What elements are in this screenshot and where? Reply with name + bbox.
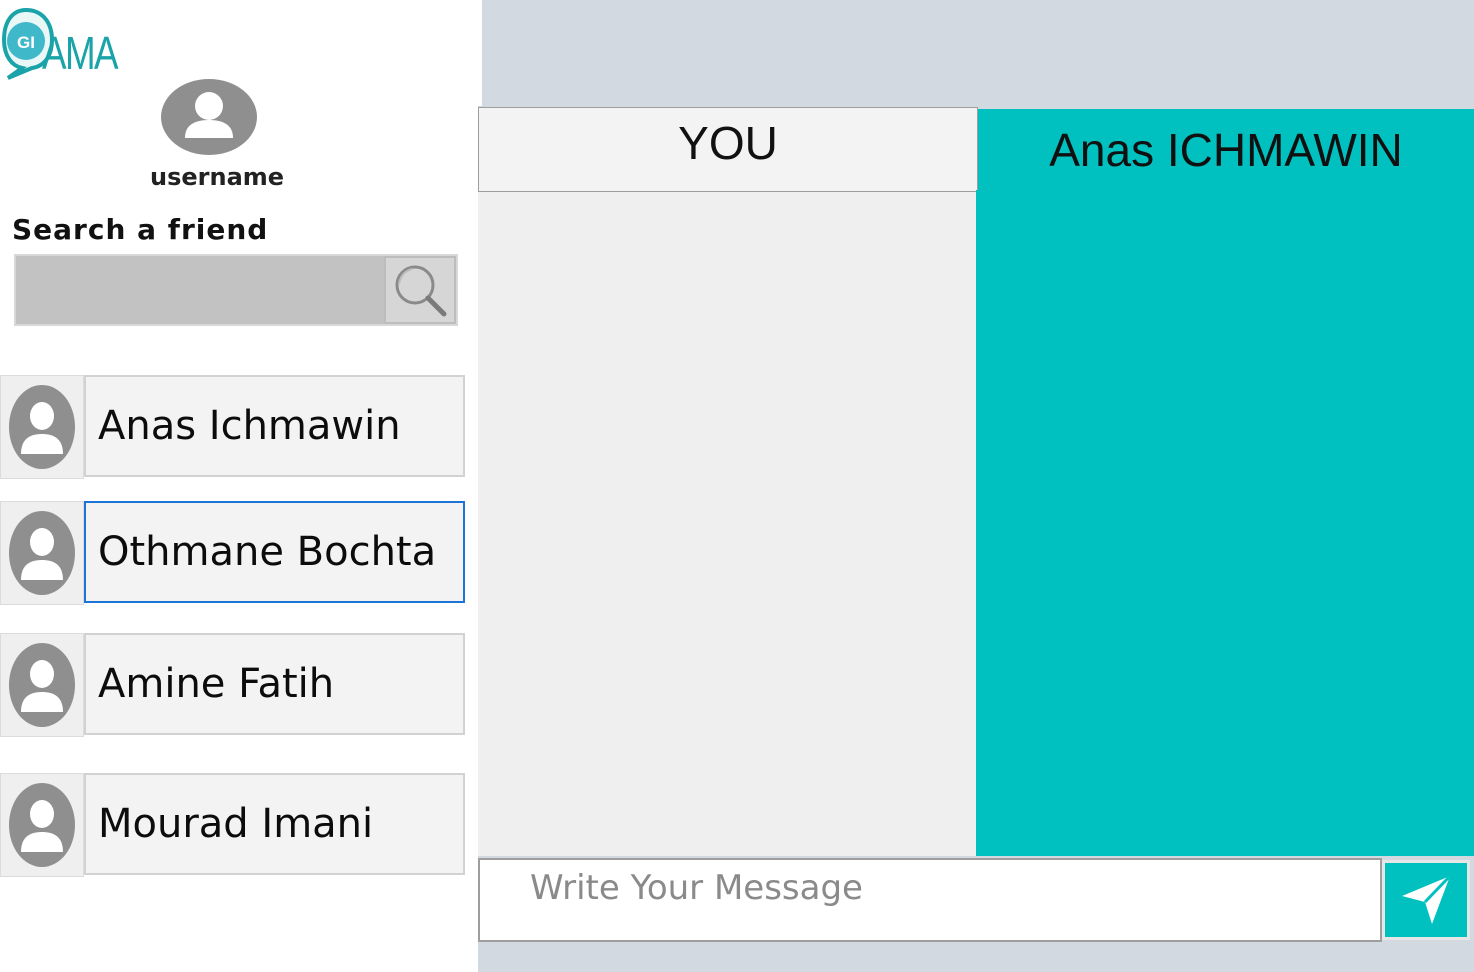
user-icon bbox=[161, 79, 257, 155]
friend-name: Othmane Bochta bbox=[98, 529, 437, 575]
friend-name-button[interactable]: Amine Fatih bbox=[84, 633, 465, 735]
user-icon bbox=[9, 643, 75, 727]
friend-name: Mourad Imani bbox=[98, 801, 374, 847]
friend-avatar bbox=[0, 501, 84, 605]
search-label: Search a friend bbox=[12, 213, 269, 246]
you-column-header: YOU bbox=[478, 107, 978, 192]
user-icon bbox=[9, 783, 75, 867]
friend-list-item-selected[interactable]: Othmane Bochta bbox=[0, 501, 466, 605]
you-label: YOU bbox=[678, 117, 778, 169]
search-input[interactable] bbox=[16, 256, 384, 324]
friend-avatar bbox=[0, 375, 84, 479]
username-label: username bbox=[150, 163, 285, 191]
friend-chat-name: Anas ICHMAWIN bbox=[1049, 123, 1403, 176]
friend-name: Amine Fatih bbox=[98, 661, 335, 707]
friend-messages-area[interactable] bbox=[976, 190, 1474, 856]
user-icon bbox=[9, 511, 75, 595]
send-icon bbox=[1402, 874, 1452, 924]
send-button[interactable] bbox=[1382, 860, 1470, 940]
friend-name: Anas Ichmawin bbox=[98, 403, 401, 449]
logo-badge-text: GI bbox=[17, 33, 35, 52]
friend-name-button[interactable]: Anas Ichmawin bbox=[84, 375, 465, 477]
friend-name-button[interactable]: Othmane Bochta bbox=[84, 501, 465, 603]
friend-avatar bbox=[0, 773, 84, 877]
chat-top-bar bbox=[482, 0, 1474, 106]
message-input[interactable] bbox=[478, 858, 1382, 942]
logo-text: AMA bbox=[42, 27, 119, 79]
friend-list-item[interactable]: Amine Fatih bbox=[0, 633, 466, 737]
user-icon bbox=[9, 385, 75, 469]
you-messages-area[interactable] bbox=[478, 192, 978, 856]
profile-avatar bbox=[160, 78, 258, 156]
search-button[interactable] bbox=[384, 256, 456, 324]
search-icon bbox=[395, 265, 447, 317]
friend-list-item[interactable]: Anas Ichmawin bbox=[0, 375, 466, 479]
friend-name-button[interactable]: Mourad Imani bbox=[84, 773, 465, 875]
friend-avatar bbox=[0, 633, 84, 737]
friend-column-header: Anas ICHMAWIN bbox=[978, 109, 1474, 190]
sidebar: GI AMA username Search a friend Anas Ich… bbox=[0, 0, 480, 972]
chat-app-window: GI AMA username Search a friend Anas Ich… bbox=[0, 0, 1474, 972]
friend-list-item[interactable]: Mourad Imani bbox=[0, 773, 466, 877]
search-box bbox=[14, 254, 458, 326]
app-logo: GI AMA bbox=[1, 4, 122, 80]
